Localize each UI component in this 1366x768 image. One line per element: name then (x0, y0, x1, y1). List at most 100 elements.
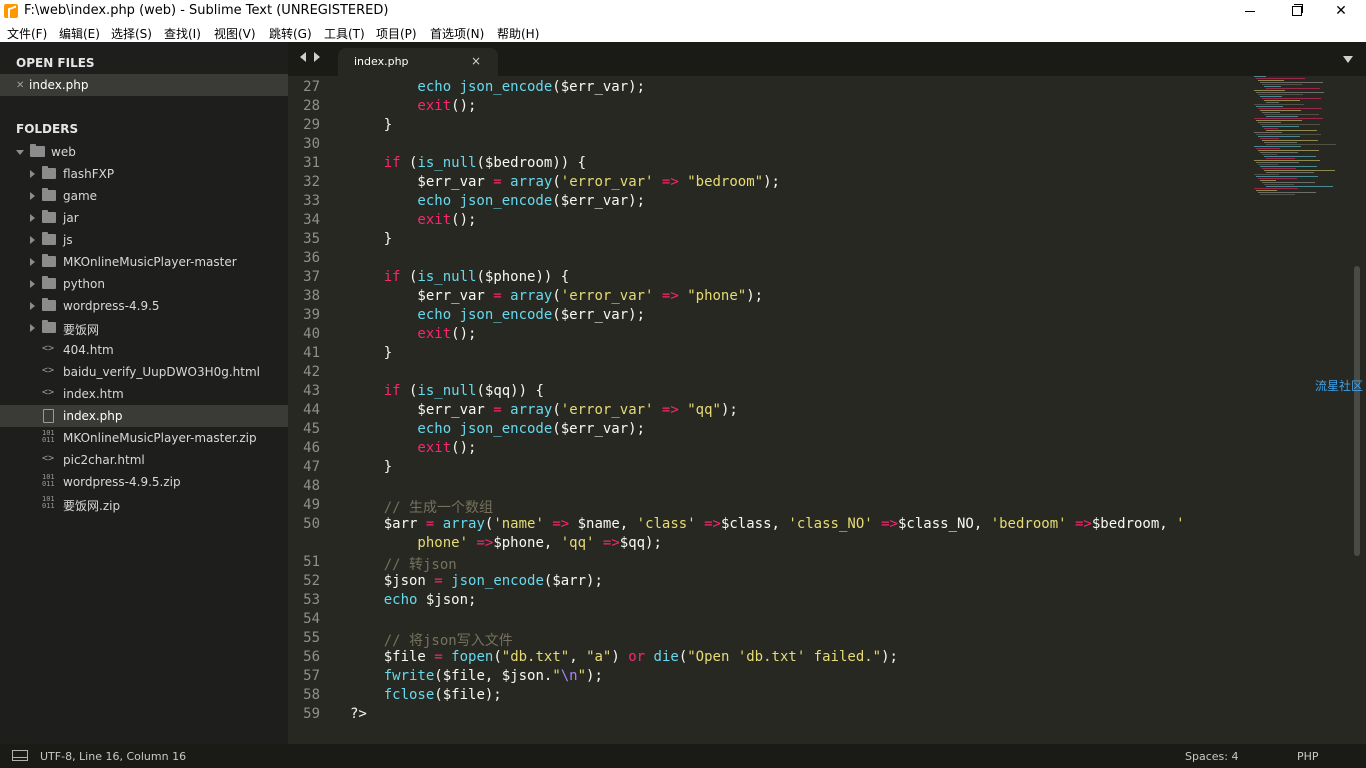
code-line[interactable]: echo json_encode($err_var); (350, 79, 645, 95)
code-token: } (350, 231, 393, 247)
code-line[interactable]: echo $json; (350, 592, 477, 608)
chevron-right-icon[interactable] (30, 236, 35, 244)
tree-root-folder[interactable]: web (0, 141, 288, 163)
code-line[interactable]: } (350, 117, 392, 133)
tree-item-file-selected[interactable]: index.php (0, 405, 288, 427)
code-line[interactable]: fclose($file); (350, 687, 502, 703)
tab-index-php[interactable]: index.php × (338, 48, 498, 76)
menu-view[interactable]: 视图(V) (214, 25, 256, 42)
tree-item-folder[interactable]: 要饭网 (0, 317, 288, 339)
code-editor[interactable]: echo json_encode($err_var); exit(); } if… (350, 76, 1250, 744)
tree-item-file[interactable]: <> baidu_verify_UupDWO3H0g.html (0, 361, 288, 383)
code-line[interactable]: // 生成一个数组 (350, 497, 493, 517)
file-icon (43, 409, 54, 423)
panel-toggle-icon[interactable] (12, 750, 28, 761)
code-line[interactable]: $err_var = array('error_var' => "qq"); (350, 402, 737, 418)
tree-item-file[interactable]: <> 404.htm (0, 339, 288, 361)
code-token: // 生成一个数组 (350, 500, 494, 516)
code-line[interactable]: if (is_null($bedroom)) { (350, 155, 586, 171)
minimap[interactable] (1252, 76, 1352, 206)
chevron-right-icon[interactable] (30, 324, 35, 332)
minimap-line (1256, 176, 1318, 177)
code-line[interactable]: phone' =>$phone, 'qq' =>$qq); (350, 535, 662, 551)
code-line[interactable]: $json = json_encode($arr); (350, 573, 603, 589)
code-line[interactable]: fwrite($file, $json."\n"); (350, 668, 603, 684)
folder-icon (42, 320, 56, 333)
tree-item-folder[interactable]: wordpress-4.9.5 (0, 295, 288, 317)
code-token: ); (746, 288, 764, 304)
tree-item-folder[interactable]: js (0, 229, 288, 251)
menu-preferences[interactable]: 首选项(N) (430, 25, 484, 42)
code-line[interactable]: exit(); (350, 212, 476, 228)
code-line[interactable]: $arr = array('name' => $name, 'class' =>… (350, 516, 1185, 532)
chevron-right-icon[interactable] (30, 280, 35, 288)
tree-item-file[interactable]: <> pic2char.html (0, 449, 288, 471)
code-line[interactable]: } (350, 459, 392, 475)
close-icon[interactable]: ✕ (16, 80, 24, 91)
tab-scroll-left-icon[interactable] (300, 52, 306, 62)
tree-item-folder[interactable]: flashFXP (0, 163, 288, 185)
code-line[interactable]: } (350, 345, 392, 361)
chevron-right-icon[interactable] (30, 192, 35, 200)
minimize-button[interactable] (1226, 0, 1272, 22)
chevron-down-icon[interactable] (16, 150, 24, 155)
close-window-button[interactable]: ✕ (1318, 0, 1364, 22)
chevron-right-icon[interactable] (30, 170, 35, 178)
menu-help[interactable]: 帮助(H) (497, 25, 539, 42)
maximize-button[interactable] (1272, 0, 1318, 22)
tree-item-folder[interactable]: MKOnlineMusicPlayer-master (0, 251, 288, 273)
menu-file[interactable]: 文件(F) (7, 25, 47, 42)
code-line[interactable]: } (350, 231, 392, 247)
folders-heading: FOLDERS (16, 122, 79, 136)
open-file-label[interactable]: index.php (29, 78, 88, 92)
code-line[interactable]: echo json_encode($err_var); (350, 307, 645, 323)
menu-selection[interactable]: 选择(S) (111, 25, 152, 42)
tree-item-folder[interactable]: jar (0, 207, 288, 229)
code-line[interactable]: // 转json (350, 554, 457, 574)
code-line[interactable]: ?> (350, 706, 367, 722)
code-line[interactable]: if (is_null($qq)) { (350, 383, 544, 399)
code-line[interactable]: exit(); (350, 440, 476, 456)
tree-item-file[interactable]: 101 011 要饭网.zip (0, 493, 288, 515)
code-token: if (350, 383, 410, 399)
code-line[interactable]: echo json_encode($err_var); (350, 421, 645, 437)
chevron-right-icon[interactable] (30, 214, 35, 222)
code-line[interactable]: $err_var = array('error_var' => "phone")… (350, 288, 763, 304)
menu-project[interactable]: 项目(P) (376, 25, 417, 42)
chevron-right-icon[interactable] (30, 302, 35, 310)
code-line[interactable]: exit(); (350, 98, 476, 114)
minimap-line (1254, 188, 1298, 189)
tree-item-file[interactable]: 101 011 wordpress-4.9.5.zip (0, 471, 288, 493)
code-line[interactable]: if (is_null($phone)) { (350, 269, 569, 285)
tree-item-file[interactable]: <> index.htm (0, 383, 288, 405)
tree-item-file[interactable]: 101 011 MKOnlineMusicPlayer-master.zip (0, 427, 288, 449)
sublime-logo-icon (4, 4, 18, 18)
tree-item-folder[interactable]: python (0, 273, 288, 295)
code-line[interactable]: $file = fopen("db.txt", "a") or die("Ope… (350, 649, 898, 665)
status-indentation[interactable]: Spaces: 4 (1185, 750, 1238, 763)
menu-edit[interactable]: 编辑(E) (59, 25, 100, 42)
code-line[interactable]: // 将json写入文件 (350, 630, 513, 650)
code-token: or (628, 649, 646, 665)
code-line[interactable]: exit(); (350, 326, 476, 342)
vertical-scrollbar[interactable] (1354, 266, 1360, 556)
menu-goto[interactable]: 跳转(G) (269, 25, 312, 42)
tab-list-dropdown-icon[interactable] (1343, 56, 1353, 63)
menu-find[interactable]: 查找(I) (164, 25, 201, 42)
code-token: => (661, 288, 679, 304)
line-number: 58 (303, 687, 320, 703)
status-syntax[interactable]: PHP (1297, 750, 1319, 763)
watermark-text: 流星社区 (1315, 379, 1364, 393)
code-line[interactable]: $err_var = array('error_var' => "bedroom… (350, 174, 780, 190)
minimap-line (1254, 90, 1285, 91)
tree-item-folder[interactable]: game (0, 185, 288, 207)
code-token: 'bedroom' (990, 516, 1067, 532)
chevron-right-icon[interactable] (30, 258, 35, 266)
menu-tools[interactable]: 工具(T) (324, 25, 365, 42)
code-line[interactable]: echo json_encode($err_var); (350, 193, 645, 209)
code-token: => (476, 535, 494, 551)
code-token: $file (350, 649, 435, 665)
close-tab-icon[interactable]: × (471, 54, 481, 68)
tab-scroll-right-icon[interactable] (314, 52, 320, 62)
